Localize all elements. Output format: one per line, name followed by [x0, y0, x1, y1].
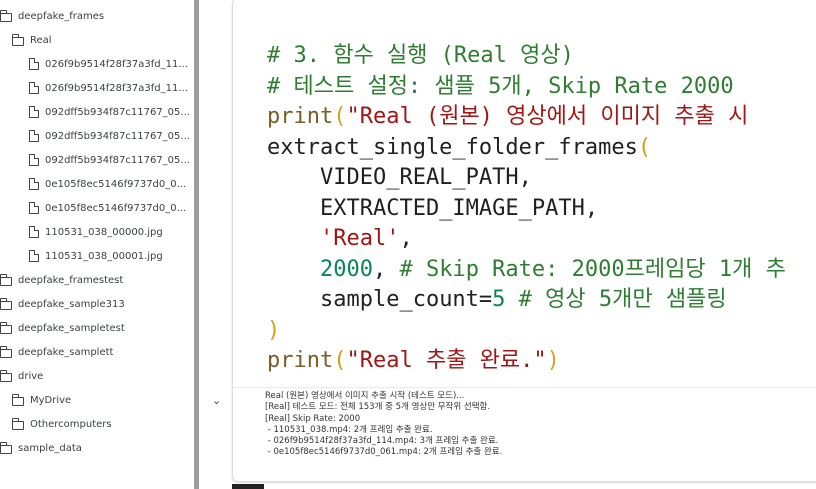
code-editor[interactable]: # 3. 함수 실행 (Real 영상) # 테스트 설정: 샘플 5개, Sk… [267, 41, 786, 377]
code-comment: # 3. 함수 실행 (Real 영상) [267, 43, 574, 68]
folder-icon [12, 393, 24, 406]
code-comment: # Skip Rate: 2000프레임당 1개 추 [399, 256, 786, 282]
tree-item-label: deepfake_samplett [18, 346, 114, 358]
tree-item-label: MyDrive [30, 394, 72, 406]
cell-output: Real (원본) 영상에서 이미지 추출 시작 (테스트 모드)... [Re… [265, 391, 502, 459]
tree-file[interactable]: 092dff5b934f87c11767_05... [29, 101, 190, 123]
code-number: 2000 [319, 256, 373, 282]
tree-item-label: sample_data [18, 442, 82, 454]
output-line: [Real] Skip Rate: 2000 [265, 413, 361, 424]
code-function: print [267, 348, 334, 373]
output-line: - 110531_038.mp4: 2개 프레임 추출 완료. [265, 424, 433, 435]
code-punct: , [372, 256, 400, 282]
tree-item-label: 0e105f8ec5146f9737d0_0... [45, 178, 187, 190]
tree-file[interactable]: 092dff5b934f87c11767_05... [29, 125, 190, 147]
tree-item-label: 026f9b9514f28f37a3fd_11... [45, 58, 188, 70]
file-icon [29, 201, 40, 214]
output-line: Real (원본) 영상에서 이미지 추출 시작 (테스트 모드)... [265, 391, 465, 401]
tree-file[interactable]: 092dff5b934f87c11767_05... [29, 149, 190, 171]
tree-item-label: deepfake_sample313 [18, 298, 125, 310]
tree-item-label: Real [30, 34, 52, 46]
tree-item-label: 092dff5b934f87c11767_05... [45, 130, 190, 142]
code-punct: , [399, 226, 413, 251]
tree-item-label: Othercomputers [30, 418, 112, 430]
folder-icon [0, 345, 12, 358]
tree-item-label: 110531_038_00000.jpg [45, 226, 163, 238]
output-line: - 026f9b9514f28f37a3fd_114.mp4: 3개 프레임 추… [265, 436, 499, 447]
tree-item-label: 092dff5b934f87c11767_05... [45, 106, 190, 118]
file-icon [29, 177, 40, 190]
file-icon [29, 81, 40, 94]
code-paren: ) [267, 317, 281, 343]
folder-icon [12, 417, 24, 430]
tree-file[interactable]: 0e105f8ec5146f9737d0_0... [29, 173, 186, 195]
code-string: "Real 추출 완료." [346, 348, 547, 373]
tree-file[interactable]: 026f9b9514f28f37a3fd_11... [29, 53, 188, 75]
code-string: 'Real' [319, 226, 400, 251]
file-icon [29, 129, 40, 142]
code-function: print [267, 104, 334, 129]
next-cell-edge [232, 484, 264, 489]
code-paren: ) [546, 348, 560, 373]
code-comment: # 테스트 설정: 샘플 5개, Skip Rate 2000 [267, 73, 734, 99]
code-comment: # 영상 5개만 샘플링 [518, 287, 727, 312]
folder-icon [0, 321, 12, 334]
tree-folder[interactable]: Othercomputers [12, 413, 112, 435]
output-line: [Real] 테스트 모드: 전체 153개 중 5개 영상만 무작위 선택함. [265, 402, 491, 413]
tree-item-label: 092dff5b934f87c11767_05... [45, 154, 190, 166]
code-number: 5 [492, 287, 506, 312]
folder-icon [0, 273, 12, 286]
tree-folder-deepfake-frames[interactable]: deepfake_frames [0, 5, 104, 27]
tree-folder[interactable]: deepfake_samplett [0, 341, 113, 363]
code-cell[interactable]: # 3. 함수 실행 (Real 영상) # 테스트 설정: 샘플 5개, Sk… [232, 0, 816, 482]
code-arg: EXTRACTED_IMAGE_PATH, [267, 195, 599, 221]
tree-item-label: drive [18, 370, 44, 382]
code-paren: ( [333, 348, 347, 373]
file-icon [29, 105, 40, 118]
folder-icon [12, 33, 24, 46]
tree-item-label: 026f9b9514f28f37a3fd_11... [45, 82, 188, 94]
cell-gutter [199, 0, 232, 489]
tree-file[interactable]: 110531_038_00000.jpg [29, 221, 163, 243]
tree-file[interactable]: 026f9b9514f28f37a3fd_11... [29, 77, 188, 99]
tree-folder-real[interactable]: Real [12, 29, 52, 51]
tree-folder[interactable]: deepfake_sampletest [0, 317, 125, 339]
tree-item-label: 110531_038_00001.jpg [45, 250, 163, 262]
folder-icon [0, 9, 12, 22]
file-icon [29, 225, 40, 238]
folder-icon [0, 441, 12, 454]
tree-item-label: deepfake_framestest [18, 274, 124, 286]
code-arg: VIDEO_REAL_PATH, [267, 165, 532, 190]
folder-icon [0, 369, 12, 382]
folder-icon [0, 297, 12, 310]
code-string: "Real (원본) 영상에서 이미지 추출 시 [346, 104, 749, 129]
tree-file[interactable]: 0e105f8ec5146f9737d0_0... [29, 197, 186, 219]
output-separator [233, 387, 816, 388]
tree-folder[interactable]: deepfake_framestest [0, 269, 123, 291]
file-icon [29, 153, 40, 166]
tree-item-label: deepfake_frames [18, 10, 105, 22]
code-paren: ( [637, 134, 652, 160]
code-kwarg: sample_count= [319, 287, 493, 312]
tree-folder[interactable]: deepfake_sample313 [0, 293, 125, 315]
tree-item-label: deepfake_sampletest [18, 322, 125, 334]
tree-folder[interactable]: drive [0, 365, 43, 387]
code-function: extract_single_folder_frames [267, 134, 638, 160]
chevron-down-icon[interactable]: ⌄ [212, 394, 221, 407]
code-paren: ( [333, 104, 347, 129]
tree-item-label: 0e105f8ec5146f9737d0_0... [45, 202, 187, 214]
output-line: - 0e105f8ec5146f9737d0_061.mp4: 2개 프레임 추… [265, 447, 503, 458]
tree-file[interactable]: 110531_038_00001.jpg [29, 245, 163, 267]
tree-folder[interactable]: sample_data [0, 437, 82, 459]
tree-folder[interactable]: MyDrive [12, 389, 71, 411]
file-icon [29, 249, 40, 262]
file-icon [29, 57, 40, 70]
file-browser-panel: deepfake_frames Real 026f9b9514f28f37a3f… [0, 0, 194, 489]
